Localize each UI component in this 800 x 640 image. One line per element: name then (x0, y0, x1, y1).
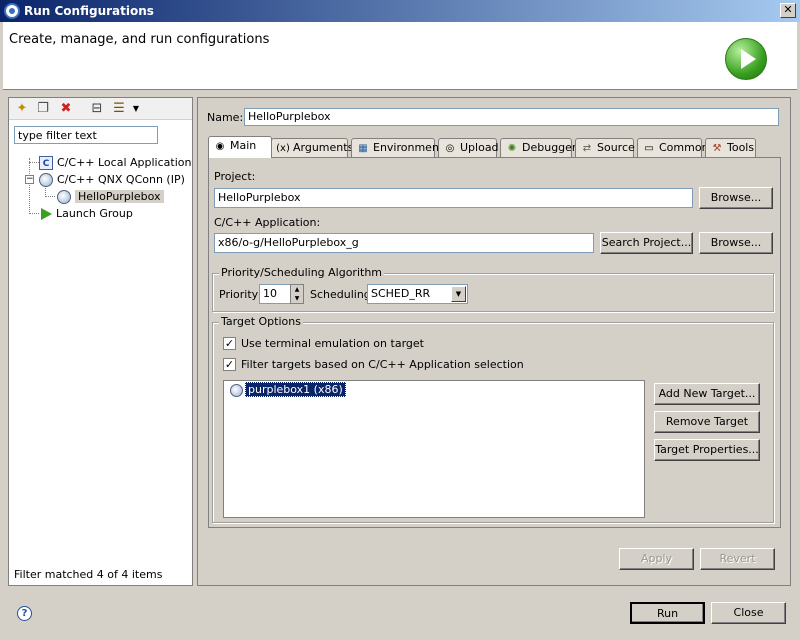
tree-item-label: Launch Group (56, 207, 133, 220)
project-label: Project: (214, 170, 256, 183)
add-new-target-button[interactable]: Add New Target... (654, 383, 760, 405)
tab-label: Upload (460, 141, 499, 154)
upload-tab-icon: ◎ (445, 142, 455, 154)
tools-tab-icon: ⚒ (712, 142, 722, 154)
apply-button[interactable]: Apply (619, 548, 694, 570)
delete-config-icon[interactable]: ✖ (58, 101, 74, 117)
project-field[interactable]: HelloPurplebox (214, 188, 693, 208)
qnx-icon (39, 173, 53, 187)
stepper-down-icon[interactable]: ▼ (291, 294, 303, 303)
search-project-button[interactable]: Search Project... (600, 232, 693, 254)
tree-toolbar: ✦ ❐ ✖ ⊟ ☰ ▼ (9, 98, 192, 120)
priority-group-title: Priority/Scheduling Algorithm (219, 266, 385, 279)
application-label: C/C++ Application: (214, 216, 321, 229)
name-field[interactable]: HelloPurplebox (244, 108, 779, 126)
window-title: Run Configurations (24, 4, 154, 18)
collapse-all-icon[interactable]: ⊟ (89, 101, 105, 117)
tree-connector (29, 162, 39, 163)
target-options-group: Target Options ✓ Use terminal emulation … (212, 315, 774, 523)
list-item[interactable]: purplebox1 (x86) (230, 382, 346, 399)
tree-item-launch-group[interactable]: Launch Group (39, 205, 133, 222)
source-tab-icon: ⇄ (582, 142, 592, 154)
revert-button[interactable]: Revert (700, 548, 775, 570)
app-icon (4, 3, 20, 19)
tab-arguments[interactable]: (x) Arguments (271, 138, 353, 157)
tree-connector (45, 196, 55, 197)
tab-upload[interactable]: ◎ Upload (438, 138, 499, 157)
tab-environment[interactable]: ▦ Environment (351, 138, 443, 157)
arguments-tab-icon: (x) (276, 142, 290, 154)
priority-field[interactable]: 10 (259, 284, 291, 304)
target-list[interactable]: purplebox1 (x86) (223, 380, 645, 518)
dialog-header: Create, manage, and run configurations (3, 22, 797, 90)
header-title: Create, manage, and run configurations (9, 32, 270, 47)
tree-item-qnx-qconn[interactable]: C/C++ QNX QConn (IP) (39, 171, 185, 188)
target-options-title: Target Options (219, 315, 303, 328)
stepper-up-icon[interactable]: ▲ (291, 285, 303, 294)
tab-tools[interactable]: ⚒ Tools (705, 138, 756, 157)
run-button[interactable]: Run (630, 602, 705, 624)
tab-label: Common (659, 141, 709, 154)
tab-label: Environment (373, 141, 444, 154)
tab-label: Main (230, 139, 257, 152)
common-tab-icon: ▭ (644, 142, 654, 154)
tab-label: Arguments (293, 141, 354, 154)
filter-status: Filter matched 4 of 4 items (14, 568, 163, 581)
filter-config-icon[interactable]: ☰ (111, 101, 127, 117)
name-label: Name: (207, 111, 244, 124)
priority-label: Priority (219, 288, 259, 301)
debugger-tab-icon: ✺ (507, 142, 517, 154)
target-icon (230, 383, 243, 397)
main-tab-content: Project: HelloPurplebox Browse... C/C++ … (208, 157, 781, 528)
duplicate-config-icon[interactable]: ❐ (35, 101, 51, 117)
qnx-config-icon (57, 190, 71, 204)
run-banner-icon (725, 38, 767, 80)
browse-application-button[interactable]: Browse... (699, 232, 773, 254)
close-button[interactable]: Close (711, 602, 786, 624)
tab-label: Tools (727, 141, 755, 154)
filter-input[interactable] (14, 126, 158, 144)
help-icon[interactable]: ? (17, 606, 32, 621)
target-label: purplebox1 (x86) (245, 382, 346, 397)
application-field[interactable]: x86/o-g/HelloPurplebox_g (214, 233, 594, 253)
tree-connector (29, 158, 30, 214)
window-close-button[interactable]: ✕ (780, 3, 796, 18)
priority-stepper[interactable]: ▲ ▼ (290, 284, 304, 304)
c-app-icon: C (39, 156, 53, 170)
tab-source[interactable]: ⇄ Source (575, 138, 635, 157)
scheduling-value: SCHED_RR (371, 287, 431, 300)
terminal-emulation-checkbox[interactable]: ✓ (223, 337, 236, 350)
chevron-down-icon[interactable]: ▼ (451, 286, 466, 302)
tab-label: Source (597, 141, 635, 154)
tab-common[interactable]: ▭ Common (637, 138, 709, 157)
tree-item-label: C/C++ QNX QConn (IP) (57, 173, 185, 186)
scheduling-label: Scheduling (310, 288, 371, 301)
main-tab-icon: ◉ (215, 140, 225, 152)
filter-menu-chevron-down-icon[interactable]: ▼ (131, 101, 141, 117)
terminal-emulation-label: Use terminal emulation on target (241, 337, 424, 350)
configuration-editor-panel: Name: HelloPurplebox ◉ Main (x) Arguments … (197, 97, 791, 586)
priority-group: Priority/Scheduling Algorithm Priority 1… (212, 266, 774, 312)
environment-tab-icon: ▦ (358, 142, 368, 154)
tree-item-label: C/C++ Local Application (57, 156, 192, 169)
tree-connector (29, 213, 39, 214)
target-properties-button[interactable]: Target Properties... (654, 439, 760, 461)
filter-targets-label: Filter targets based on C/C++ Applicatio… (241, 358, 524, 371)
filter-targets-checkbox[interactable]: ✓ (223, 358, 236, 371)
tree-item-c-local-app[interactable]: C C/C++ Local Application (39, 154, 191, 171)
configuration-tree-panel: ✦ ❐ ✖ ⊟ ☰ ▼ − C C/C++ Local Application C… (8, 97, 193, 586)
scheduling-select[interactable]: SCHED_RR ▼ (367, 284, 468, 304)
new-config-icon[interactable]: ✦ (14, 101, 30, 117)
tree-item-hellopurplebox[interactable]: HelloPurplebox (57, 188, 164, 205)
tab-debugger[interactable]: ✺ Debugger (500, 138, 576, 157)
browse-project-button[interactable]: Browse... (699, 187, 773, 209)
tree-item-label: HelloPurplebox (75, 190, 164, 203)
tab-main[interactable]: ◉ Main (208, 136, 272, 158)
title-bar: Run Configurations ✕ (0, 0, 800, 22)
launch-icon (41, 208, 52, 220)
tree-expander[interactable]: − (25, 175, 34, 184)
remove-target-button[interactable]: Remove Target (654, 411, 760, 433)
tab-label: Debugger (522, 141, 577, 154)
